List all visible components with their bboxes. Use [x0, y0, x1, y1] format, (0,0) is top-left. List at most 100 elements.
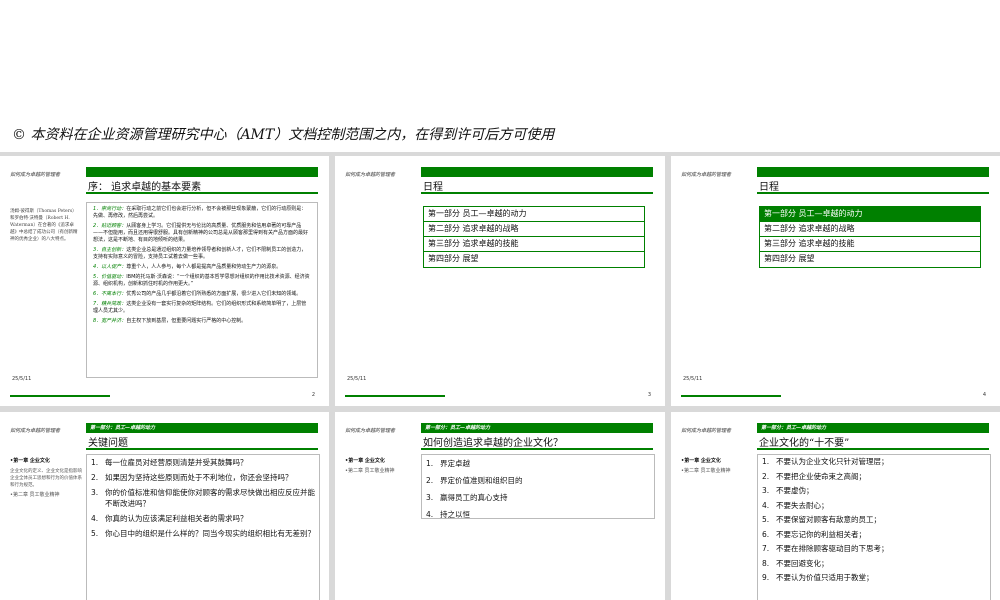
dont-item: 9. 不要认为价值只适用于教堂；	[758, 571, 990, 586]
preface-item: 1．崇尚行动：在采取行动之前它们也会进行分析，但不会被那些现象蒙蔽，它们的行动原…	[93, 206, 311, 220]
nav-chapter-item[interactable]: •第二章 员工敬业精神	[345, 468, 417, 475]
list-text: 不要在排除顾客驱动目的下思考；	[776, 544, 889, 553]
step-item: 1. 界定卓越	[422, 455, 654, 472]
list-number: 4.	[762, 500, 770, 510]
slide-title: 日程	[423, 182, 443, 193]
agenda-item[interactable]: 第二部分 追求卓越的战略	[760, 222, 980, 237]
preface-keyword: 8．宽严并济：	[93, 318, 127, 324]
slide-preface[interactable]: 如何成为卓越的管理者 序： 追求卓越的基本要素 汤姆·彼得斯（Thomas Pe…	[0, 156, 329, 406]
list-number: 3.	[91, 488, 99, 497]
list-text: 持之以恒	[440, 510, 470, 519]
question-item: 1. 每一位雇员对经营原则清楚并受其鼓舞吗？	[87, 455, 319, 470]
preface-keyword: 6．不离本行：	[93, 291, 127, 297]
list-number: 3.	[426, 493, 434, 502]
preface-item: 4．以人促产：尊重个人，人人参与，每个人都是提高产品质量和劳动生产力的源泉。	[93, 264, 311, 271]
nav-chapter-active[interactable]: •第一章 企业文化	[10, 458, 82, 465]
slide-ten-donts[interactable]: 如何成为卓越的管理者 第一部分：员工—卓越的动力 企业文化的“十不要” •第一章…	[671, 412, 1000, 600]
title-bar	[421, 167, 653, 177]
page-number: 2	[311, 392, 315, 398]
list-number: 1.	[762, 457, 770, 466]
preface-text: 从顾客身上学习。它们提供无与伦比的高质量、优质服务和信用卓著的可靠产品——不但能…	[93, 223, 309, 243]
section-label: 第一部分：员工—卓越的动力	[761, 425, 827, 431]
slide-title: 序： 追求卓越的基本要素	[88, 182, 202, 193]
footer-line	[10, 395, 110, 397]
agenda-list: 第一部分 员工—卓越的动力 第二部分 追求卓越的战略 第三部分 追求卓越的技能 …	[759, 206, 981, 268]
agenda-item[interactable]: 第三部分 追求卓越的技能	[424, 237, 644, 252]
list-number: 1.	[91, 458, 99, 467]
slide-key-questions[interactable]: 如何成为卓越的管理者 第一部分：员工—卓越的动力 关键问题 •第一章 企业文化 …	[0, 412, 329, 600]
title-bar	[757, 167, 989, 177]
footer-line	[681, 395, 781, 397]
slide-date: 25/5/11	[12, 376, 32, 382]
preface-keyword: 3．自主创新：	[93, 247, 127, 253]
agenda-list: 第一部分 员工—卓越的动力 第二部分 追求卓越的战略 第三部分 追求卓越的技能 …	[423, 206, 645, 268]
slide-header-label: 如何成为卓越的管理者	[681, 428, 732, 434]
list-text: 你真的认为应该满足利益相关者的需求吗？	[105, 514, 248, 523]
dont-item: 4. 不要失去耐心；	[758, 499, 990, 514]
list-number: 2.	[762, 471, 770, 481]
nav-chapter-item[interactable]: •第二章 员工敬业精神	[681, 468, 753, 475]
dont-item: 6. 不要忘记你的利益相关者；	[758, 528, 990, 543]
chapter-nav: •第一章 企业文化 •第二章 员工敬业精神	[681, 458, 753, 475]
list-text: 不要虚伪；	[776, 486, 814, 495]
preface-content: 1．崇尚行动：在采取行动之前它们也会进行分析，但不会被那些现象蒙蔽，它们的行动原…	[86, 202, 318, 378]
footer-line	[345, 395, 445, 397]
side-note: 汤姆·彼得斯（Thomas Peters）和罗伯特·沃特曼（Robert H. …	[10, 209, 78, 242]
question-item: 4. 你真的认为应该满足利益相关者的需求吗？	[87, 511, 319, 526]
preface-text: 优秀公司的产品几乎都沿着它们所熟悉的方面扩展，很少进入它们未知的领域。	[126, 291, 302, 297]
slide-title: 关键问题	[88, 438, 128, 449]
agenda-item[interactable]: 第二部分 追求卓越的战略	[424, 222, 644, 237]
agenda-item[interactable]: 第四部分 展望	[760, 252, 980, 267]
preface-item: 8．宽严并济：自主权下放到基层，但重要问题实行严格的中心控制。	[93, 318, 311, 325]
preface-keyword: 1．崇尚行动：	[93, 206, 127, 212]
page-number: 4	[982, 392, 986, 398]
list-number: 7.	[762, 544, 770, 553]
list-text: 不要失去耐心；	[776, 500, 829, 510]
list-text: 每一位雇员对经营原则清楚并受其鼓舞吗？	[105, 458, 248, 467]
question-list: 1. 每一位雇员对经营原则清楚并受其鼓舞吗？ 2. 如果因为坚持这些原则而处于不利地位…	[86, 454, 320, 600]
list-text: 如果因为坚持这些原则而处于不利地位，你还会坚持吗？	[105, 473, 293, 482]
chapter-nav: •第一章 企业文化 •第二章 员工敬业精神	[345, 458, 417, 475]
title-bar	[86, 167, 318, 177]
list-text: 不要回避变化；	[776, 558, 829, 568]
list-number: 4.	[91, 514, 99, 523]
list-number: 2.	[426, 476, 434, 485]
chapter-nav: •第一章 企业文化 企业文化的定义、企业文化是指影响企业全体员工思想和行为的价值…	[10, 458, 82, 499]
list-text: 界定卓越	[440, 459, 470, 468]
list-text: 界定价值准则和组织目的	[440, 476, 523, 485]
nav-chapter-active[interactable]: •第一章 企业文化	[345, 458, 417, 465]
question-item: 2. 如果因为坚持这些原则而处于不利地位，你还会坚持吗？	[87, 470, 319, 485]
list-number: 4.	[426, 510, 434, 519]
list-number: 8.	[762, 558, 770, 568]
agenda-item[interactable]: 第三部分 追求卓越的技能	[760, 237, 980, 252]
section-label: 第一部分：员工—卓越的动力	[90, 425, 156, 431]
preface-text: IBM的托马斯·沃森说：“一个组织的基本哲学思想对组织的作用比技术资源、经济资源…	[93, 274, 310, 287]
steps-list: 1. 界定卓越 2. 界定价值准则和组织目的 3. 赢得员工的真心支持 4. 持之以恒	[421, 454, 655, 519]
list-text: 不要忘记你的利益相关者；	[776, 529, 866, 539]
slide-header-label: 如何成为卓越的管理者	[345, 428, 396, 434]
list-text: 你心目中的组织是什么样的？同当今现实的组织相比有无差别？	[105, 529, 315, 538]
slide-title: 如何创造追求卓越的企业文化？	[423, 438, 563, 449]
slide-header-label: 如何成为卓越的管理者	[10, 172, 61, 178]
agenda-item[interactable]: 第一部分 员工—卓越的动力	[424, 207, 644, 222]
slide-header-label: 如何成为卓越的管理者	[10, 428, 61, 434]
section-label: 第一部分：员工—卓越的动力	[425, 425, 491, 431]
slide-agenda-active[interactable]: 如何成为卓越的管理者 日程 第一部分 员工—卓越的动力 第二部分 追求卓越的战略…	[671, 156, 1000, 406]
slide-create-culture[interactable]: 如何成为卓越的管理者 第一部分：员工—卓越的动力 如何创造追求卓越的企业文化？ …	[335, 412, 665, 600]
preface-item: 3．自主创新：这类企业总是通过组织的力量培养领导者和创新人才，它们不限制员工的创…	[93, 247, 311, 261]
list-text: 不要把企业使命束之高阁；	[776, 471, 866, 481]
copyright-banner: © 本资料在企业资源管理研究中心（AMT）文档控制范围之内，在得到许可后方可使用	[12, 127, 555, 143]
preface-text: 尊重个人，人人参与，每个人都是提高产品质量和劳动生产力的源泉。	[126, 264, 282, 270]
nav-chapter-desc: 企业文化的定义、企业文化是指影响企业全体员工思想和行为的价值体系和行为规范。	[10, 469, 82, 488]
dont-item: 2. 不要把企业使命束之高阁；	[758, 470, 990, 485]
nav-chapter-item[interactable]: •第二章 员工敬业精神	[10, 492, 82, 499]
agenda-item[interactable]: 第四部分 展望	[424, 252, 644, 267]
slide-title: 日程	[759, 182, 779, 193]
slide-agenda[interactable]: 如何成为卓越的管理者 日程 第一部分 员工—卓越的动力 第二部分 追求卓越的战略…	[335, 156, 665, 406]
list-text: 不要认为企业文化只针对管理层；	[776, 457, 889, 466]
agenda-item-active[interactable]: 第一部分 员工—卓越的动力	[760, 207, 980, 222]
title-underline	[757, 192, 989, 194]
title-underline	[757, 448, 989, 450]
nav-chapter-active[interactable]: •第一章 企业文化	[681, 458, 753, 465]
title-underline	[421, 448, 653, 450]
